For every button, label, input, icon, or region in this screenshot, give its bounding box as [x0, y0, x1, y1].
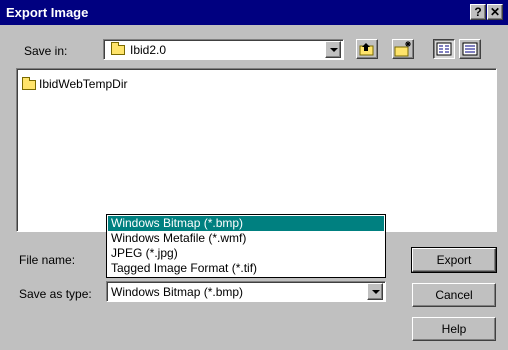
- close-icon: ✕: [489, 5, 501, 19]
- save-in-combo[interactable]: Ibid2.0: [103, 39, 344, 60]
- details-view-icon: [462, 42, 478, 56]
- help-title-button[interactable]: ?: [470, 4, 486, 20]
- up-one-level-icon: [359, 43, 374, 56]
- export-button[interactable]: Export: [411, 247, 497, 273]
- title-bar[interactable]: Export Image ? ✕: [0, 0, 508, 25]
- dropdown-option-wmf[interactable]: Windows Metafile (*.wmf): [108, 231, 384, 246]
- close-button[interactable]: ✕: [487, 4, 503, 20]
- file-list[interactable]: IbidWebTempDir: [16, 68, 497, 232]
- cancel-button[interactable]: Cancel: [412, 283, 496, 307]
- window-title: Export Image: [6, 5, 89, 20]
- help-button[interactable]: Help: [412, 317, 496, 341]
- file-name-text: IbidWebTempDir: [39, 77, 128, 91]
- folder-icon: [111, 42, 125, 55]
- save-as-type-dropdown-button[interactable]: [367, 283, 383, 300]
- list-item[interactable]: IbidWebTempDir: [21, 77, 161, 93]
- save-in-label: Save in:: [24, 44, 68, 58]
- dropdown-option-tif[interactable]: Tagged Image Format (*.tif): [108, 261, 384, 276]
- list-view-icon: [436, 42, 452, 56]
- save-in-dropdown-button[interactable]: [325, 41, 341, 58]
- create-new-folder-icon: [394, 41, 411, 57]
- save-in-value: Ibid2.0: [130, 43, 167, 57]
- details-view-button[interactable]: [459, 39, 481, 59]
- dropdown-option-bmp[interactable]: Windows Bitmap (*.bmp): [108, 216, 384, 231]
- save-as-type-value: Windows Bitmap (*.bmp): [111, 285, 244, 299]
- dropdown-option-jpg[interactable]: JPEG (*.jpg): [108, 246, 384, 261]
- folder-icon: [22, 77, 36, 90]
- list-view-button[interactable]: [433, 39, 455, 59]
- save-as-type-label: Save as type:: [19, 287, 92, 301]
- up-one-level-button[interactable]: [356, 39, 378, 59]
- question-icon: ?: [474, 5, 482, 19]
- new-folder-button[interactable]: [392, 39, 414, 59]
- save-as-type-dropdown-list[interactable]: Windows Bitmap (*.bmp) Windows Metafile …: [106, 214, 386, 278]
- file-name-label: File name:: [19, 253, 76, 267]
- save-as-type-select[interactable]: Windows Bitmap (*.bmp): [106, 281, 386, 302]
